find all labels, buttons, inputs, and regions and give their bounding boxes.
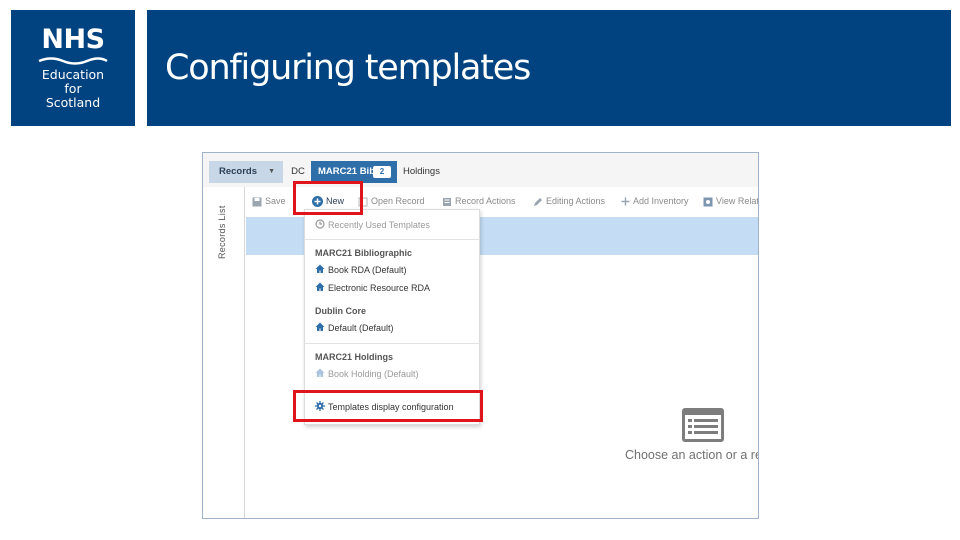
menu-item-templates-display-configuration-label: Templates display configuration <box>328 402 454 412</box>
view-icon <box>703 197 713 207</box>
empty-record-icon <box>682 408 724 442</box>
add-inventory-button[interactable]: Add Inventory <box>621 193 689 209</box>
tab-strip: Records ▼ DC MARC21 Bib 2 Holdings <box>203 153 758 187</box>
record-actions-icon <box>443 197 451 206</box>
menu-recently-used-label: Recently Used Templates <box>328 220 430 230</box>
open-record-button[interactable]: Open Record <box>358 193 425 209</box>
home-icon <box>315 322 325 331</box>
menu-item-electronic-resource-rda-label: Electronic Resource RDA <box>328 283 431 293</box>
save-label: Save <box>265 196 286 206</box>
menu-group-marc21-holdings: MARC21 Holdings <box>315 352 394 362</box>
tab-bar: Records ▼ DC MARC21 Bib 2 Holdings <box>209 161 758 183</box>
records-list-sidebar[interactable]: Records List <box>203 187 245 518</box>
menu-item-templates-display-configuration[interactable]: Templates display configuration <box>315 400 454 414</box>
home-icon <box>315 264 325 273</box>
record-actions-button[interactable]: Record Actions <box>442 193 516 209</box>
save-button[interactable]: Save <box>252 193 286 209</box>
save-icon <box>252 197 262 207</box>
tab-holdings[interactable]: Holdings <box>401 161 451 183</box>
new-label: New <box>326 196 345 206</box>
logo-wave-icon <box>38 57 108 65</box>
menu-item-default-label: Default (Default) <box>328 323 394 333</box>
menu-item-book-holding-label: Book Holding (Default) <box>328 369 419 379</box>
tab-count-badge: 2 <box>373 166 391 178</box>
new-button[interactable]: New <box>312 193 344 209</box>
new-record-dropdown: Recently Used Templates MARC21 Bibliogra… <box>304 209 480 425</box>
add-inventory-label: Add Inventory <box>633 196 689 206</box>
menu-item-book-rda-label: Book RDA (Default) <box>328 265 407 275</box>
logo-education-text: Education <box>41 67 105 82</box>
tab-marc21-bib[interactable]: MARC21 Bib 2 <box>311 161 397 183</box>
empty-state-text: Choose an action or a re <box>625 448 759 462</box>
tab-records-label: Records <box>219 166 258 177</box>
record-actions-label: Record Actions <box>455 196 516 206</box>
logo-nhs-text: NHS <box>41 24 105 55</box>
menu-item-book-holding[interactable]: Book Holding (Default) <box>315 367 419 381</box>
nhs-education-for-scotland-logo: NHS Education for Scotland <box>11 10 135 126</box>
menu-group-marc21-bibliographic: MARC21 Bibliographic <box>315 248 413 258</box>
gear-icon <box>315 401 325 411</box>
history-icon <box>315 219 325 229</box>
pencil-icon <box>534 197 542 206</box>
plus-circle-icon <box>312 196 323 208</box>
logo-scotland-text: Scotland <box>45 95 101 110</box>
records-list-label: Records List <box>217 205 227 259</box>
menu-divider <box>305 239 479 240</box>
menu-item-book-rda[interactable]: Book RDA (Default) <box>315 263 407 277</box>
slide-title: Configuring templates <box>165 48 531 88</box>
menu-recently-used[interactable]: Recently Used Templates <box>315 218 430 232</box>
menu-divider <box>305 390 479 391</box>
app-screenshot: Records ▼ DC MARC21 Bib 2 Holdings Recor… <box>202 152 759 519</box>
tab-records[interactable]: Records ▼ <box>209 161 283 183</box>
home-icon <box>315 368 325 377</box>
tab-marc21-bib-label: MARC21 Bib <box>318 166 376 177</box>
home-icon <box>315 282 325 291</box>
menu-item-electronic-resource-rda[interactable]: Electronic Resource RDA <box>315 281 430 295</box>
title-bar: Configuring templates <box>147 10 951 126</box>
open-record-icon <box>358 197 368 207</box>
editing-actions-button[interactable]: Editing Actions <box>533 193 605 209</box>
menu-item-default[interactable]: Default (Default) <box>315 321 394 335</box>
logo-for-text: for <box>64 81 82 96</box>
tab-dc[interactable]: DC <box>287 161 309 183</box>
view-related-button[interactable]: View Relat <box>703 193 759 209</box>
chevron-down-icon[interactable]: ▼ <box>268 161 275 183</box>
menu-divider <box>305 343 479 344</box>
menu-group-dublin-core: Dublin Core <box>315 306 366 316</box>
open-record-label: Open Record <box>371 196 425 206</box>
view-related-label: View Relat <box>716 196 759 206</box>
editing-actions-label: Editing Actions <box>546 196 606 206</box>
plus-icon <box>621 197 630 206</box>
